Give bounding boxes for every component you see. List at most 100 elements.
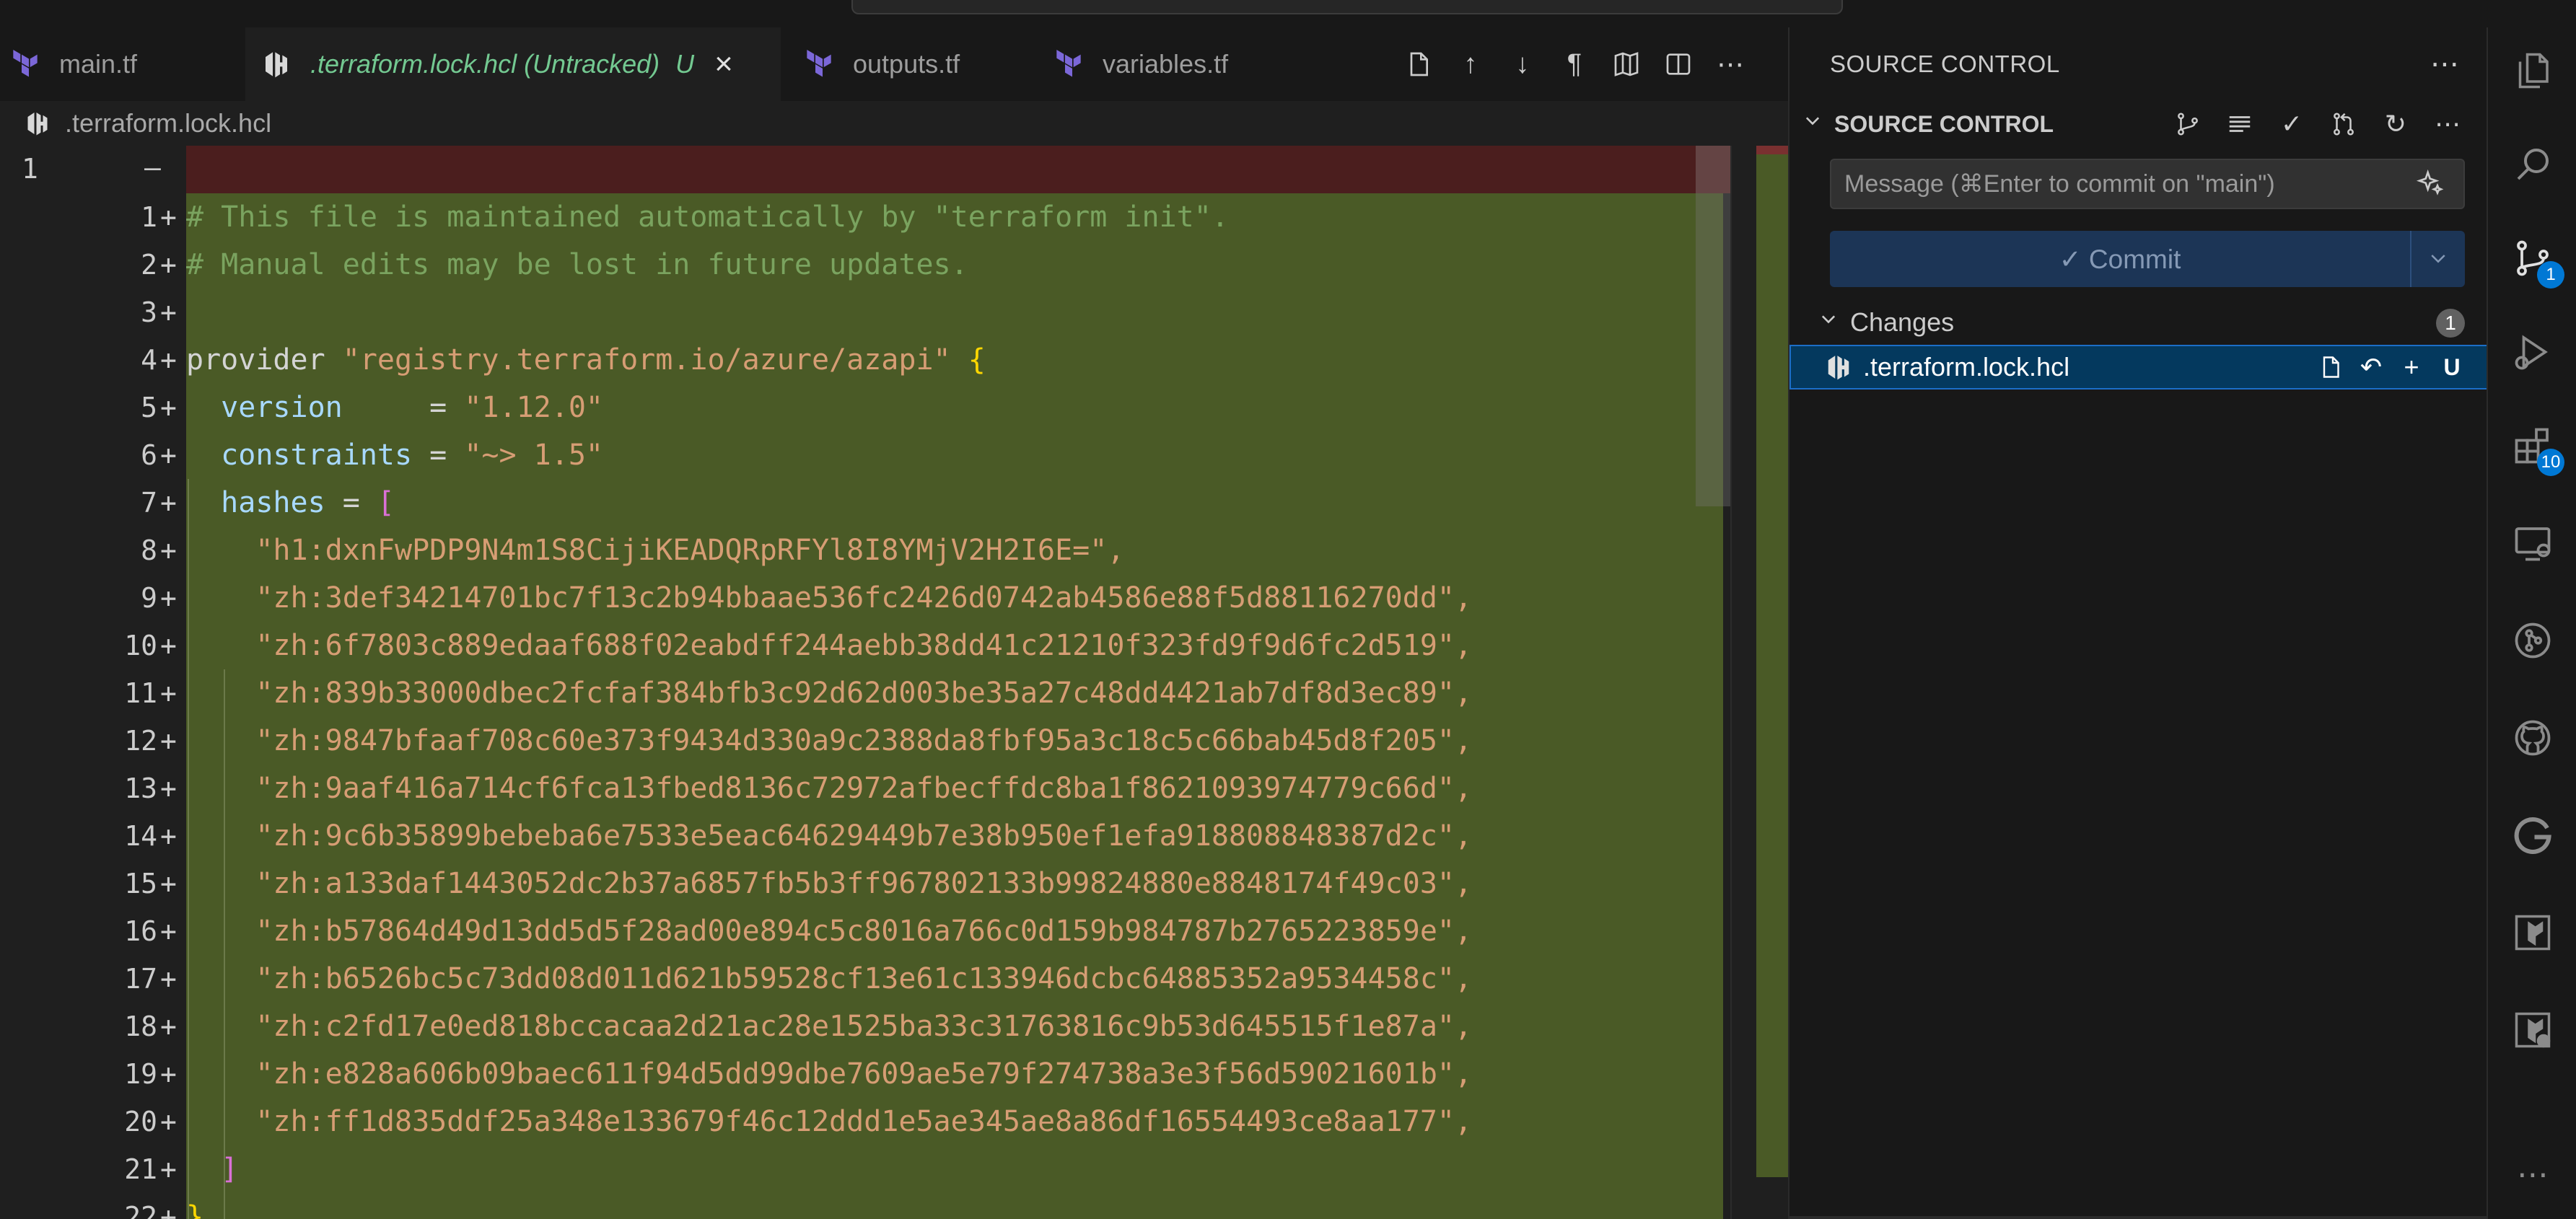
- terraform-button[interactable]: [2488, 889, 2576, 976]
- added-line-sign: +: [160, 725, 177, 757]
- line-number: 20 +: [87, 1098, 186, 1145]
- code-line: "zh:9847bfaaf708c60e373f9434d330a9c2388d…: [186, 717, 1472, 765]
- breadcrumb-file[interactable]: .terraform.lock.hcl: [65, 108, 271, 138]
- pull-request-icon[interactable]: [2318, 101, 2370, 147]
- changes-group-header[interactable]: Changes 1: [1789, 300, 2488, 345]
- line-number-value: 14: [124, 820, 157, 852]
- refresh-icon[interactable]: ↻: [2370, 101, 2422, 147]
- terraform-cloud-icon: [2515, 1012, 2551, 1048]
- search-button[interactable]: [2488, 121, 2576, 208]
- source-control-section-header[interactable]: SOURCE CONTROL ✓ ↻ ⋯: [1789, 101, 2488, 147]
- command-center[interactable]: [851, 0, 1843, 14]
- extensions-button[interactable]: 10: [2488, 402, 2576, 489]
- pilcrow-icon[interactable]: ¶: [1548, 38, 1600, 90]
- g-logo-icon: [2514, 817, 2551, 854]
- line-number-value: 22: [124, 1201, 157, 1219]
- code-string: "1.12.0": [464, 391, 603, 424]
- line-number-value: 13: [124, 773, 157, 804]
- hash-string: "zh:839b33000dbec2fcfaf384bfb3c92d62d003…: [255, 677, 1473, 710]
- open-file-icon[interactable]: [2310, 346, 2351, 388]
- diff-editor[interactable]: 1 — # This file is maintained automatica…: [0, 146, 1788, 1219]
- line-number: 9 +: [87, 574, 186, 622]
- code-line: # This file is maintained automatically …: [186, 201, 1229, 234]
- file-status-badge: U: [2443, 353, 2461, 380]
- minimap-slider[interactable]: [1696, 146, 1730, 506]
- code-line: # Manual edits may be lost in future upd…: [186, 248, 968, 281]
- more-actions-icon[interactable]: ⋯: [1704, 38, 1756, 90]
- more-icon[interactable]: ⋯: [2422, 101, 2474, 147]
- line-number: 5 +: [87, 384, 186, 431]
- tab-label: main.tf: [59, 49, 138, 79]
- commit-check-icon[interactable]: ✓: [2266, 101, 2318, 147]
- source-control-button[interactable]: 1: [2488, 215, 2576, 302]
- github-button[interactable]: [2488, 695, 2576, 781]
- code-line: "zh:9aaf416a714cf6fca13fbed8136c72972afb…: [186, 765, 1472, 812]
- more-views-icon[interactable]: ⋯: [2488, 1131, 2576, 1218]
- line-number: 15 +: [87, 860, 186, 907]
- arrow-up-icon[interactable]: ↑: [1445, 38, 1497, 90]
- tab-terraform-lock[interactable]: .terraform.lock.hcl (Untracked) U ×: [245, 27, 781, 101]
- line-number: 3 +: [87, 289, 186, 336]
- commit-dropdown-button[interactable]: [2411, 231, 2465, 287]
- hash-string: "zh:a133daf1443052dc2b37a6857fb5b3ff9678…: [255, 867, 1473, 900]
- remote-explorer-button[interactable]: [2488, 500, 2576, 586]
- book-icon[interactable]: [1600, 38, 1652, 90]
- added-line-sign: +: [160, 296, 177, 328]
- code-attribute: constraints: [221, 439, 413, 472]
- code-area[interactable]: # This file is maintained automatically …: [186, 146, 1723, 1219]
- open-file-icon[interactable]: [1393, 38, 1445, 90]
- source-control-sidebar: SOURCE CONTROL ⋯ SOURCE CONTROL ✓ ↻ ⋯ Me…: [1788, 27, 2488, 1219]
- tab-label: outputs.tf: [853, 49, 960, 79]
- terraform-icon: [1051, 46, 1087, 82]
- commit-button[interactable]: ✓ Commit: [1830, 231, 2411, 287]
- commit-message-input[interactable]: [1831, 160, 2463, 208]
- line-number: 11 +: [87, 669, 186, 717]
- run-debug-button[interactable]: [2488, 309, 2576, 395]
- split-editor-icon[interactable]: [1652, 38, 1704, 90]
- stage-changes-icon[interactable]: +: [2391, 346, 2432, 388]
- editor-actions: ↑ ↓ ¶ ⋯: [1393, 27, 1756, 101]
- debug-icon: [2515, 335, 2548, 370]
- code-attribute: version: [221, 391, 343, 424]
- git-graph-button[interactable]: [2488, 597, 2576, 684]
- more-icon[interactable]: ⋯: [2430, 27, 2459, 101]
- graph-icon[interactable]: [2162, 101, 2214, 147]
- code-line: provider "registry.terraform.io/azure/az…: [186, 336, 986, 384]
- added-line-sign: +: [160, 249, 177, 281]
- hash-string: "zh:b6526bc5c73dd08d011d621b59528cf13e61…: [255, 962, 1473, 995]
- minimap-divider: [1730, 146, 1732, 1219]
- section-label: SOURCE CONTROL: [1834, 110, 2054, 137]
- discard-changes-icon[interactable]: ↶: [2351, 346, 2391, 388]
- hcl-icon: [258, 46, 294, 82]
- line-number: 21 +: [87, 1145, 186, 1193]
- arrow-down-icon[interactable]: ↓: [1497, 38, 1548, 90]
- changed-file-row[interactable]: .terraform.lock.hcl ↶ + U: [1789, 345, 2488, 390]
- tab-main-tf[interactable]: main.tf: [0, 27, 245, 101]
- line-number-value: 17: [124, 963, 157, 995]
- added-line-sign: +: [160, 677, 177, 709]
- code-operator: =: [412, 439, 465, 472]
- explorer-button[interactable]: [2488, 27, 2576, 114]
- sparkle-icon[interactable]: [2416, 169, 2448, 201]
- terraform-cloud-button[interactable]: [2488, 987, 2576, 1073]
- gitlab-button[interactable]: [2488, 792, 2576, 879]
- minimap[interactable]: [1696, 146, 1788, 1219]
- tab-label: .terraform.lock.hcl (Untracked): [310, 49, 660, 79]
- tab-outputs-tf[interactable]: outputs.tf: [781, 27, 1033, 101]
- tab-variables-tf[interactable]: variables.tf: [1033, 27, 1293, 101]
- tab-label: variables.tf: [1103, 49, 1229, 79]
- added-line-sign: +: [160, 1153, 177, 1185]
- line-number-value: 16: [124, 915, 157, 947]
- changed-file-name: .terraform.lock.hcl: [1863, 352, 2070, 382]
- list-view-icon[interactable]: [2214, 101, 2266, 147]
- changes-count-badge: 1: [2436, 309, 2465, 338]
- line-number-value: 8: [141, 534, 157, 566]
- line-number: 17 +: [87, 955, 186, 1003]
- hash-string: "h1:dxnFwPDP9N4m1S8CijiKEADQRpRFYl8I8YMj…: [255, 534, 1125, 567]
- code-line: ]: [186, 1145, 238, 1193]
- line-number: 13 +: [87, 765, 186, 812]
- code-line: "zh:3def34214701bc7f13c2b94bbaae536fc242…: [186, 574, 1472, 622]
- added-line-sign: +: [160, 1011, 177, 1042]
- close-tab-button[interactable]: ×: [714, 46, 733, 82]
- sidebar-title: SOURCE CONTROL: [1830, 50, 2060, 77]
